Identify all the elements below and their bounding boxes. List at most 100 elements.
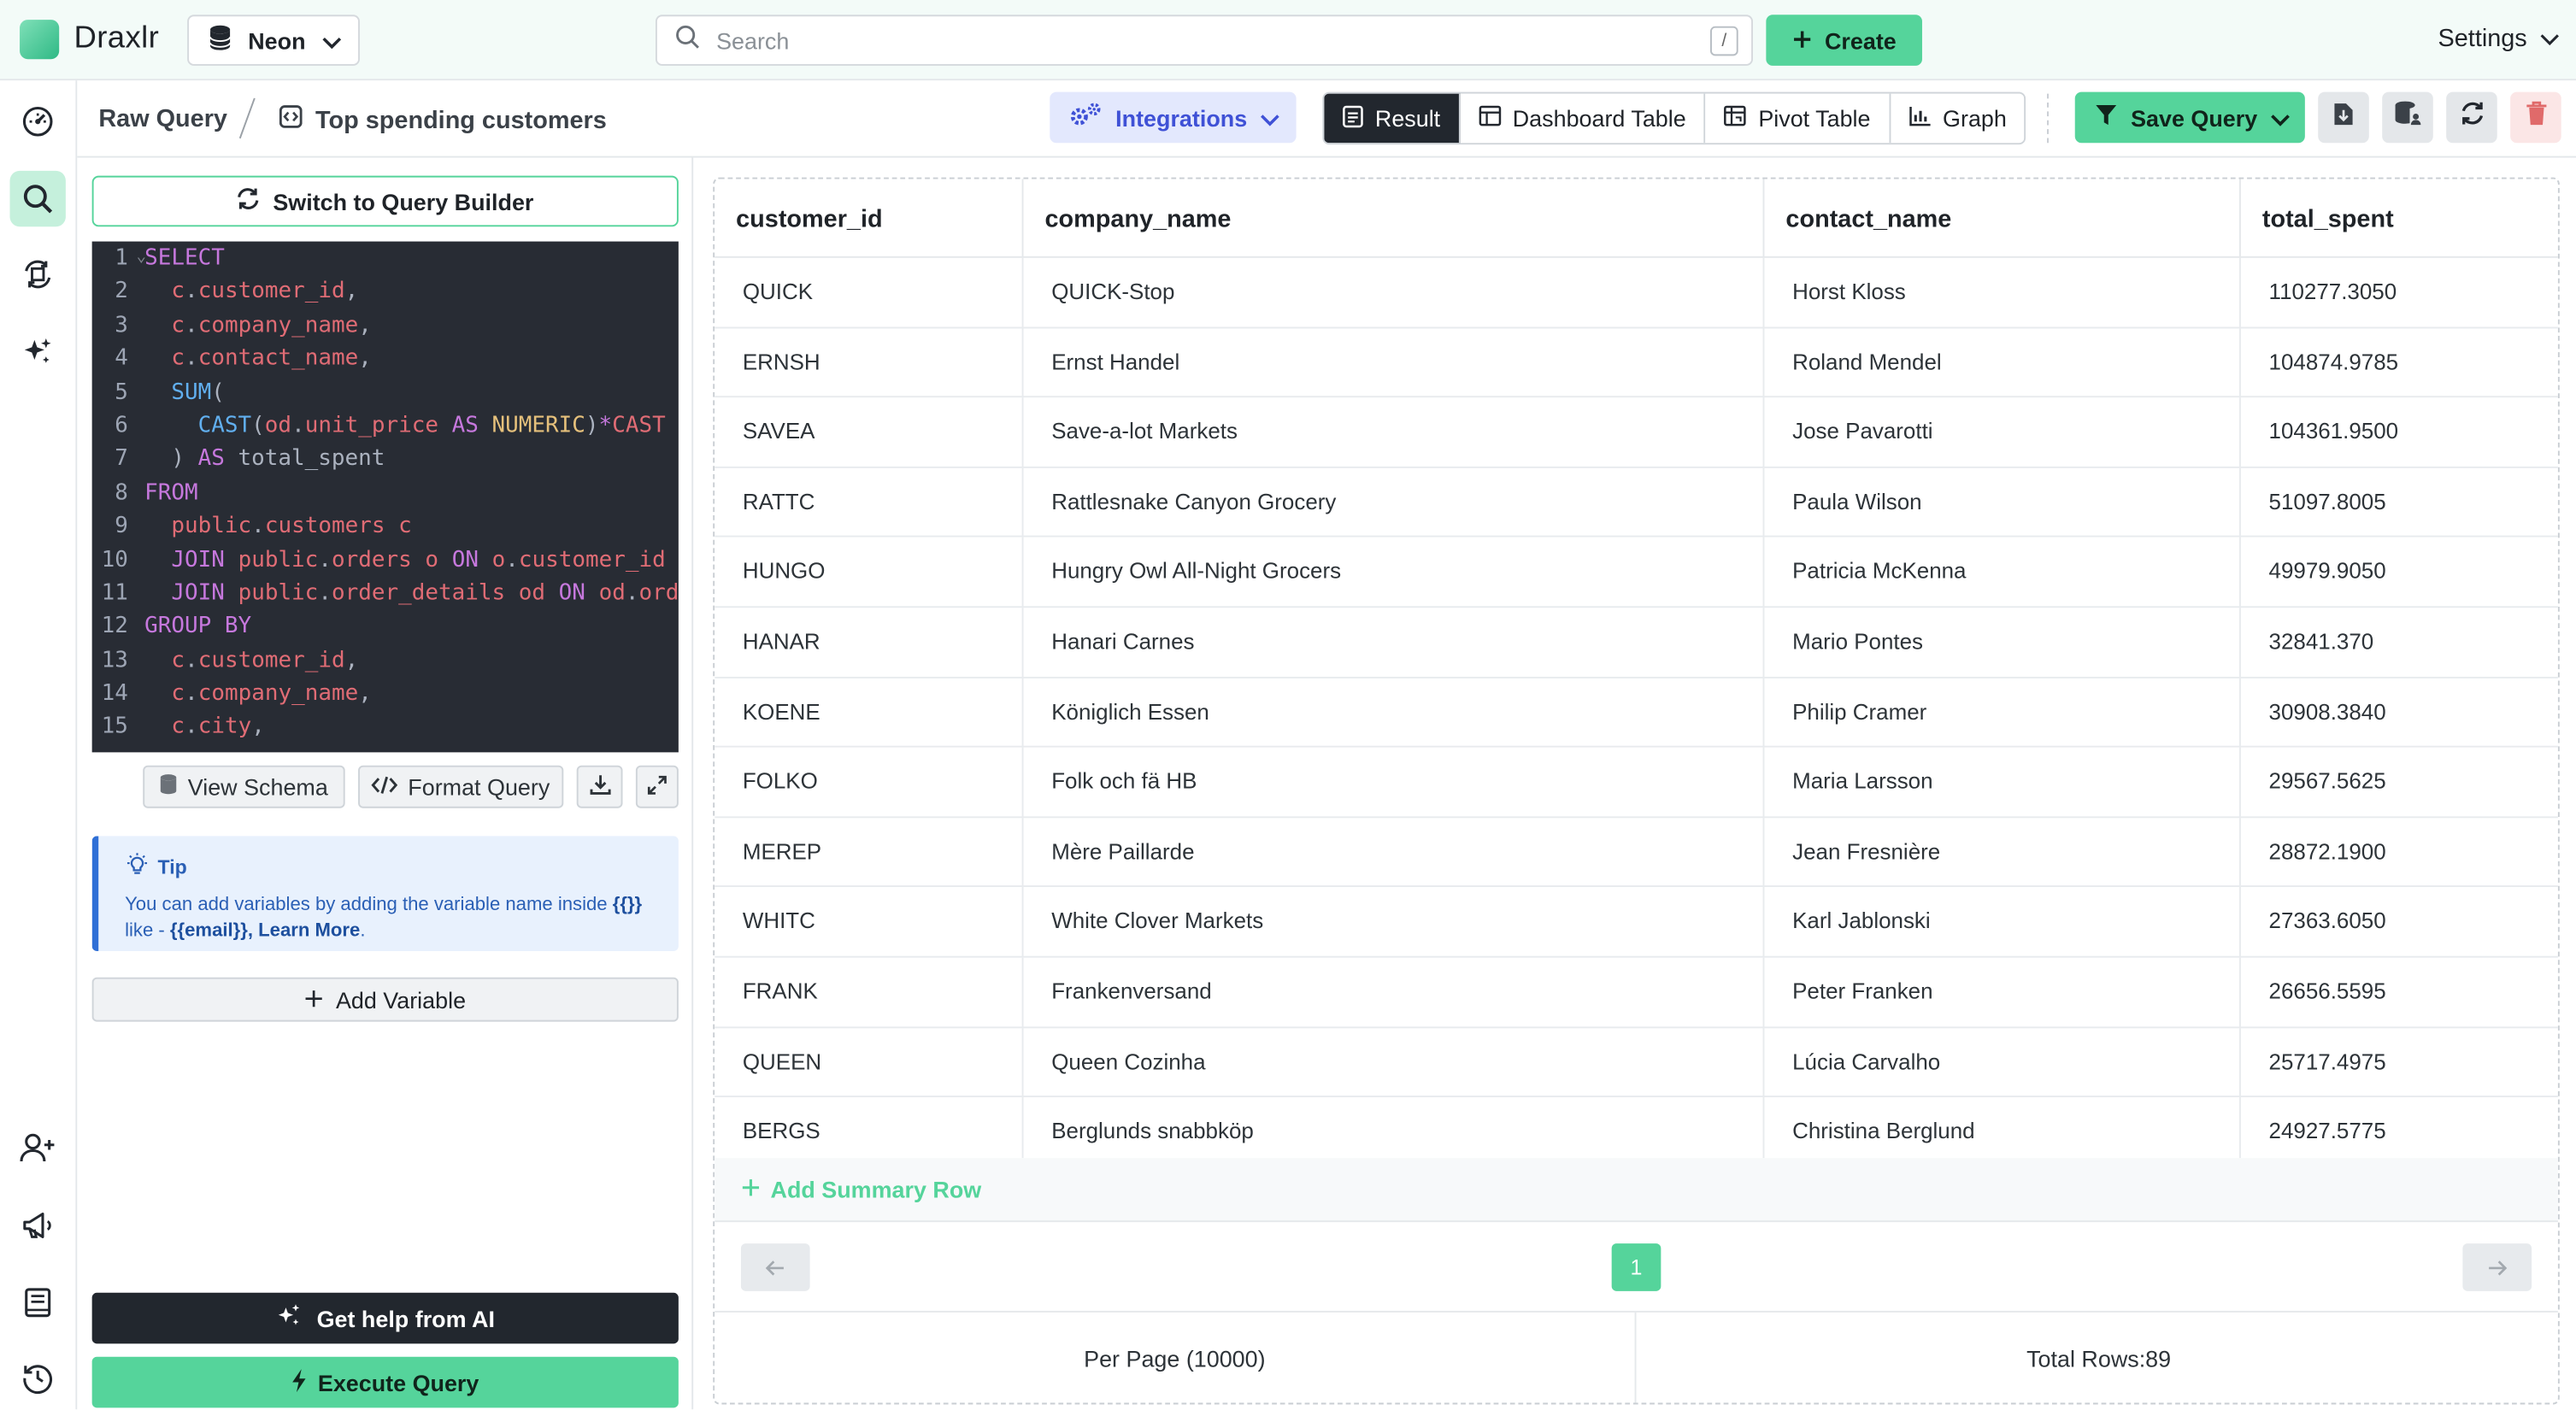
code-token: ,	[344, 646, 359, 673]
code-token: NUMERIC	[491, 412, 585, 439]
ai-help-button[interactable]: Get help from AI	[91, 1292, 679, 1344]
previous-page-button[interactable]	[740, 1243, 810, 1291]
format-query-label: Format Query	[408, 773, 550, 801]
execute-query-button[interactable]: Execute Query	[91, 1356, 679, 1408]
code-line: 5 SUM(	[92, 375, 679, 408]
code-token: public	[238, 546, 319, 573]
page-number-button[interactable]: 1	[1611, 1243, 1661, 1291]
database-selector[interactable]: Neon	[187, 15, 360, 66]
code-token: public	[171, 512, 252, 539]
table-row[interactable]: HANAR Hanari Carnes Mario Pontes 32841.370	[715, 608, 2558, 679]
next-page-button[interactable]	[2462, 1243, 2532, 1291]
code-token: od	[264, 412, 292, 439]
table-cell: KOENE	[715, 678, 1024, 748]
breadcrumb-raw-query[interactable]: Raw Query	[98, 105, 227, 133]
column-header-contact-name[interactable]: contact_name	[1764, 179, 2241, 258]
tab-pivot-table[interactable]: Pivot Table	[1705, 93, 1891, 144]
code-token: .	[185, 679, 198, 707]
table-row[interactable]: RATTC Rattlesnake Canyon Grocery Paula Wil…	[715, 467, 2558, 538]
table-row[interactable]: QUICK QUICK-Stop Horst Kloss 110277.3050	[715, 257, 2558, 328]
search-icon[interactable]	[9, 170, 66, 227]
table-cell: Philip Cramer	[1764, 678, 2241, 748]
add-variable-button[interactable]: Add Variable	[91, 977, 679, 1022]
table-cell: 24927.5775	[2268, 1119, 2386, 1144]
switch-to-query-builder-button[interactable]: Switch to Query Builder	[91, 175, 679, 227]
table-cell: 32841.370	[2268, 629, 2374, 654]
download-query-button[interactable]	[576, 765, 623, 808]
database-user-button[interactable]	[2382, 91, 2433, 144]
search-bar[interactable]: /	[655, 15, 1753, 66]
table-cell: Christina Berglund	[1764, 1097, 2241, 1159]
draxlr-logo[interactable]	[20, 20, 60, 60]
add-user-icon[interactable]	[10, 1120, 66, 1176]
code-token: c	[171, 714, 185, 740]
sparkle-icon[interactable]	[10, 324, 66, 379]
breadcrumb-query-name[interactable]: Top spending customers	[279, 105, 607, 135]
code-token: c	[171, 311, 185, 338]
tab-dashboard-table[interactable]: Dashboard Table	[1460, 93, 1706, 144]
lightning-icon	[291, 1367, 308, 1397]
table-row[interactable]: HUNGO Hungry Owl All-Night Grocers Patrici…	[715, 538, 2558, 608]
database-user-icon	[2393, 100, 2423, 134]
code-token: .	[318, 579, 332, 607]
create-button[interactable]: Create	[1766, 15, 1922, 66]
table-row[interactable]: ERNSH Ernst Handel Roland Mendel 104874.978…	[715, 327, 2558, 398]
dashboard-icon[interactable]	[10, 94, 66, 150]
table-header: customer_id company_name contact_name total…	[715, 179, 2558, 258]
code-line: 7 ) AS total_spent	[92, 443, 679, 476]
format-query-button[interactable]: Format Query	[358, 765, 564, 808]
table-row[interactable]: SAVEA Save-a-lot Markets Jose Pavarotti 104…	[715, 397, 2558, 468]
code-text: JOIN public.orders o ON o.customer_id	[144, 543, 665, 576]
learn-more-link[interactable]: Learn More	[258, 920, 360, 940]
table-row[interactable]: FRANK Frankenversand Peter Franken 26656.55…	[715, 957, 2558, 1028]
search-input[interactable]	[716, 26, 1686, 54]
table-cell: Queen Cozinha	[1024, 1027, 1765, 1098]
per-page-selector[interactable]: Per Page (10000)	[715, 1312, 1637, 1403]
column-header-customer-id[interactable]: customer_id	[715, 179, 1024, 258]
table-cell: Save-a-lot Markets	[1024, 397, 1765, 468]
expand-icon	[647, 773, 667, 800]
table-cell: SAVEA	[715, 397, 1024, 468]
refresh-button[interactable]	[2446, 91, 2497, 144]
megaphone-icon[interactable]	[10, 1197, 66, 1253]
history-icon[interactable]	[10, 1350, 66, 1406]
download-file-button[interactable]	[2318, 91, 2369, 144]
execute-query-label: Execute Query	[317, 1369, 479, 1395]
tab-result[interactable]: Result	[1324, 93, 1461, 144]
table-row[interactable]: WHITC White Clover Markets Karl Jablonski 2…	[715, 887, 2558, 958]
table-cell: HUNGO	[715, 538, 1024, 608]
code-text: c.city,	[144, 710, 264, 743]
delete-query-button[interactable]	[2510, 91, 2561, 144]
table-cell: Paula Wilson	[1764, 467, 2241, 538]
code-token: GROUP BY	[144, 613, 252, 640]
settings-menu[interactable]: Settings	[2438, 25, 2561, 53]
table-cell: Rattlesnake Canyon Grocery	[1024, 467, 1765, 538]
integrations-button[interactable]: Integrations	[1050, 91, 1297, 144]
fold-icon[interactable]: ⌄	[137, 242, 147, 275]
sql-editor[interactable]: 1 ⌄ SELECT 2 c.customer_id, 3 c.company_name…	[91, 241, 679, 753]
table-row[interactable]: QUEEN Queen Cozinha Lúcia Carvalho 25717.49…	[715, 1027, 2558, 1098]
add-summary-row-button[interactable]: Add Summary Row	[715, 1158, 2558, 1223]
expand-editor-button[interactable]	[635, 765, 679, 808]
table-row[interactable]: BERGS Berglunds snabbköp Christina Berglun…	[715, 1097, 2558, 1159]
book-icon[interactable]	[10, 1275, 66, 1331]
tab-graph[interactable]: Graph	[1890, 93, 2026, 144]
column-header-total-spent[interactable]: total_spent	[2241, 179, 2558, 258]
table-row[interactable]: MEREP Mère Paillarde Jean Fresnière 28872.1…	[715, 817, 2558, 888]
code-token: ,	[358, 344, 372, 372]
table-row[interactable]: KOENE Königlich Essen Philip Cramer 30908.3…	[715, 678, 2558, 748]
save-query-button[interactable]: Save Query	[2074, 91, 2305, 144]
table-cell: Jean Fresnière	[1764, 817, 2241, 888]
view-schema-button[interactable]: View Schema	[143, 765, 345, 808]
line-number: 7	[115, 445, 128, 473]
code-token: orders	[331, 546, 412, 573]
table-row[interactable]: FOLKO Folk och fä HB Maria Larsson 29567.56…	[715, 747, 2558, 818]
line-number: 5	[115, 379, 128, 405]
sync-icon[interactable]	[10, 246, 66, 302]
column-header-company-name[interactable]: company_name	[1024, 179, 1765, 258]
